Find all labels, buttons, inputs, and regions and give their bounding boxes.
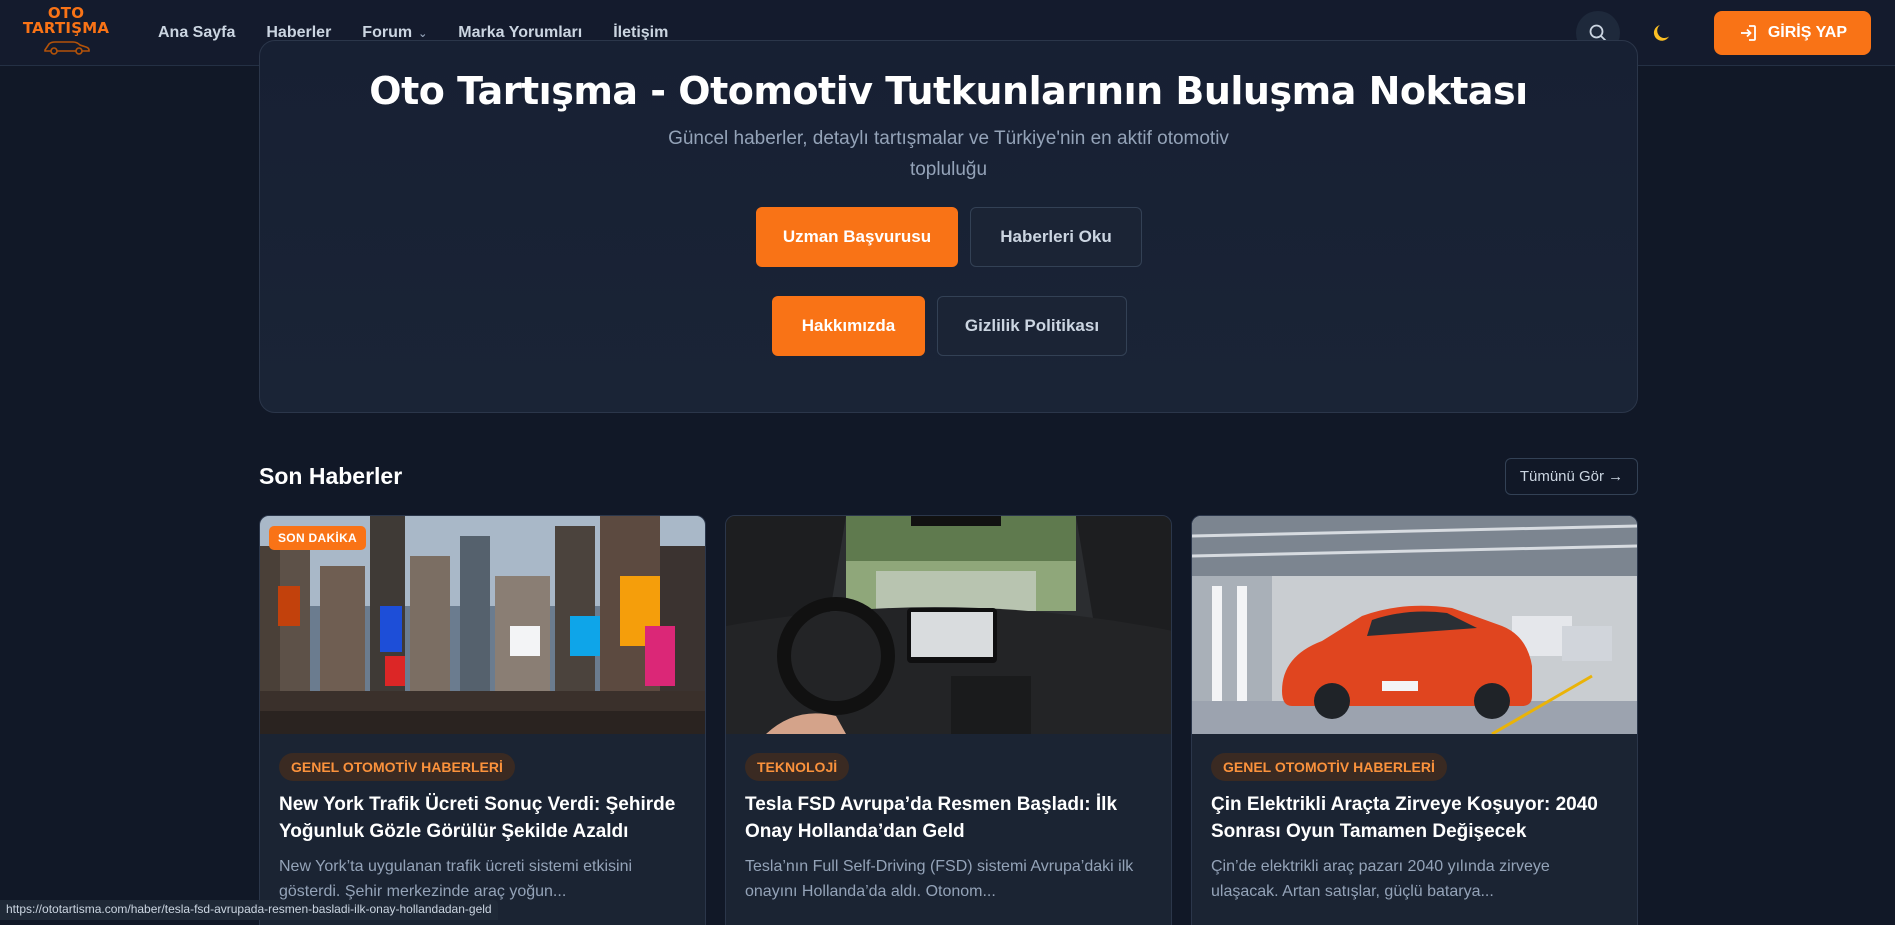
expert-application-label: Uzman Başvurusu — [782, 227, 932, 246]
category-tag[interactable]: TEKNOLOJİ — [745, 753, 850, 781]
theme-toggle-button[interactable] — [1640, 11, 1684, 55]
news-card[interactable]: SON DAKİKA GENEL OTOMOTİV HABERLERİ New … — [259, 515, 706, 925]
news-excerpt: New York’ta uygulanan trafik ücreti sist… — [279, 858, 633, 900]
category-tag[interactable]: GENEL OTOMOTİV HABERLERİ — [1211, 753, 1447, 781]
nav-home-label: Ana Sayfa — [158, 24, 236, 41]
news-excerpt: Tesla’nın Full Self-Driving (FSD) sistem… — [745, 858, 1134, 900]
hero-section: Oto Tartışma - Otomotiv Tutkunlarının Bu… — [259, 40, 1638, 413]
about-us-button[interactable]: Hakkımızda — [772, 296, 925, 356]
hero-subtitle: Güncel haberler, detaylı tartışmalar ve … — [668, 128, 1229, 180]
site-logo[interactable]: OTO TARTIŞMA — [22, 4, 110, 60]
login-button[interactable]: GİRİŞ YAP — [1713, 11, 1871, 55]
login-label: GİRİŞ YAP — [1767, 24, 1847, 41]
news-image-tesla-interior[interactable] — [726, 516, 1171, 734]
news-title[interactable]: New York Trafik Ücreti Sonuç Verdi: Şehi… — [279, 791, 689, 845]
see-all-button[interactable]: Tümünü Gör → — [1505, 458, 1638, 495]
expert-application-button[interactable]: Uzman Başvurusu — [756, 207, 958, 267]
read-news-button[interactable]: Haberleri Oku — [970, 207, 1142, 267]
logo-text-bottom: TARTIŞMA — [22, 19, 110, 37]
news-title[interactable]: Çin Elektrikli Araçta Zirveye Koşuyor: 2… — [1211, 791, 1621, 845]
login-icon — [1740, 25, 1756, 41]
about-us-label: Hakkımızda — [801, 316, 896, 335]
status-bar-url: https://ototartisma.com/haber/tesla-fsd-… — [0, 900, 498, 920]
news-excerpt: Çin’de elektrikli araç pazarı 2040 yılın… — [1211, 858, 1550, 900]
moon-icon — [1653, 25, 1669, 41]
car-logo-icon — [44, 41, 90, 55]
chevron-down-icon: ⌄ — [418, 27, 428, 40]
news-image-ev-factory[interactable] — [1192, 516, 1637, 734]
read-news-label: Haberleri Oku — [1000, 227, 1112, 246]
news-title[interactable]: Tesla FSD Avrupa’da Resmen Başladı: İlk … — [745, 791, 1155, 845]
privacy-policy-button[interactable]: Gizlilik Politikası — [937, 296, 1127, 356]
category-tag[interactable]: GENEL OTOMOTİV HABERLERİ — [279, 753, 515, 781]
news-card[interactable]: TEKNOLOJİ Tesla FSD Avrupa’da Resmen Baş… — [725, 515, 1172, 925]
news-card[interactable]: GENEL OTOMOTİV HABERLERİ Çin Elektrikli … — [1191, 515, 1638, 925]
nav-link-home[interactable]: Ana Sayfa — [158, 24, 235, 42]
privacy-policy-label: Gizlilik Politikası — [964, 316, 1100, 335]
hero-title: Oto Tartışma - Otomotiv Tutkunlarının Bu… — [369, 69, 1528, 113]
latest-news-heading: Son Haberler — [259, 463, 403, 489]
breaking-news-badge: SON DAKİKA — [269, 526, 367, 550]
